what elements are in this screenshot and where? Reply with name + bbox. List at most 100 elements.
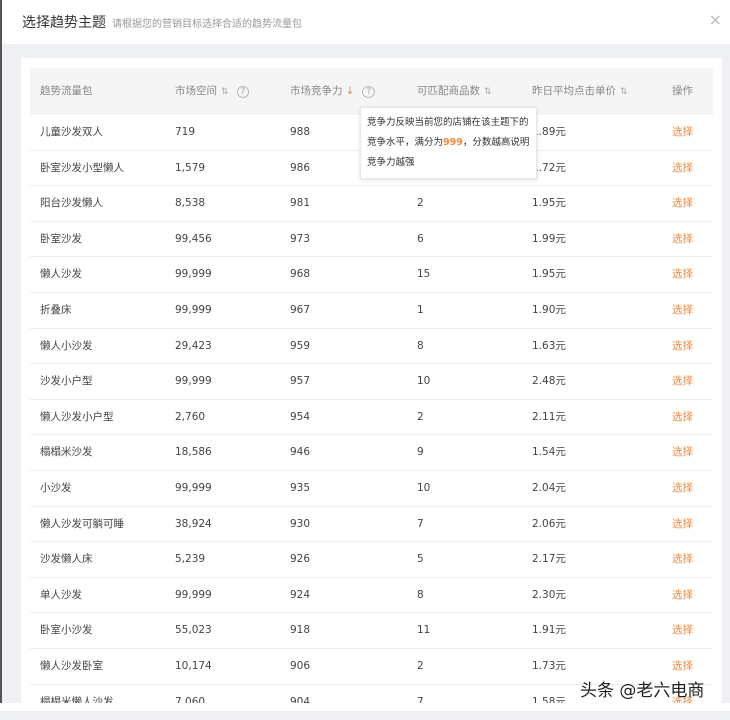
cell-competitiveness: 967 — [290, 293, 310, 328]
modal-footer — [0, 703, 730, 711]
cell-matchable: 10 — [417, 471, 430, 506]
cell-matchable: 8 — [417, 329, 424, 364]
cell-market-space: 18,586 — [175, 435, 212, 470]
cell-cpc: 1.58元 — [532, 685, 566, 720]
cell-name: 懒人沙发可躺可睡 — [40, 507, 124, 542]
cell-competitiveness: 926 — [290, 542, 310, 577]
cell-matchable: 6 — [417, 222, 424, 257]
select-button[interactable]: 选择 — [672, 471, 693, 506]
select-button[interactable]: 选择 — [672, 542, 693, 577]
select-button[interactable]: 选择 — [672, 329, 693, 364]
cell-cpc: 2.11元 — [532, 400, 566, 435]
cell-cpc: 1.95元 — [532, 186, 566, 221]
cell-cpc: 2.04元 — [532, 471, 566, 506]
select-button[interactable]: 选择 — [672, 507, 693, 542]
cell-matchable: 2 — [417, 186, 424, 221]
cell-cpc: 1.54元 — [532, 435, 566, 470]
sort-icon[interactable]: ⇅ — [620, 87, 628, 97]
cell-name: 阳台沙发懒人 — [40, 186, 103, 221]
watermark: 头条 @老六电商 — [580, 676, 704, 701]
cell-name: 卧室沙发 — [40, 222, 82, 257]
col-market-space[interactable]: 市场空间 ⇅? — [175, 68, 249, 116]
cell-competitiveness: 924 — [290, 578, 310, 613]
cell-competitiveness: 946 — [290, 435, 310, 470]
select-button[interactable]: 选择 — [672, 613, 693, 648]
sort-icon[interactable]: ⇅ — [484, 87, 492, 97]
select-button[interactable]: 选择 — [672, 293, 693, 328]
table-row: 卧室小沙发55,023918111.91元选择 — [30, 613, 713, 649]
cell-cpc: 2.17元 — [532, 542, 566, 577]
table-row: 单人沙发99,99992482.30元选择 — [30, 578, 713, 614]
tooltip-highlight: 999 — [443, 137, 463, 148]
table-row: 懒人沙发小户型 2,760 954 2 2.11元 选择 — [30, 400, 713, 436]
cell-matchable: 8 — [417, 578, 424, 613]
help-icon[interactable]: ? — [237, 86, 250, 98]
table-row: 懒人沙发99,999968151.95元选择 — [30, 257, 713, 293]
cell-name: 儿童沙发双人 — [40, 115, 103, 150]
table-row: 沙发小户型99,999957102.48元选择 — [30, 364, 713, 400]
cell-market-space: 7,060 — [175, 685, 205, 720]
col-label: 昨日平均点击单价 — [532, 85, 616, 97]
select-button[interactable]: 选择 — [672, 186, 693, 221]
cell-cpc: 1.95元 — [532, 257, 566, 292]
select-button[interactable]: 选择 — [672, 364, 693, 399]
col-name: 趋势流量包 — [40, 68, 93, 115]
cell-competitiveness: 904 — [290, 685, 310, 720]
select-button[interactable]: 选择 — [672, 435, 693, 470]
cell-name: 懒人沙发小户型 — [40, 400, 114, 435]
help-icon[interactable]: ? — [362, 86, 375, 98]
cell-cpc: 1.91元 — [532, 613, 566, 648]
cell-name: 沙发懒人床 — [40, 542, 93, 577]
table-row: 阳台沙发懒人8,53898121.95元选择 — [30, 186, 713, 222]
col-label: 市场空间 — [175, 85, 217, 97]
cell-matchable: 9 — [417, 435, 424, 470]
cell-cpc: 1.63元 — [532, 329, 566, 364]
cell-cpc: 2.48元 — [532, 364, 566, 399]
cell-market-space: 5,239 — [175, 542, 205, 577]
sort-icon[interactable]: ⇅ — [221, 87, 229, 97]
cell-market-space: 99,456 — [175, 222, 212, 257]
cell-competitiveness: 954 — [290, 400, 310, 435]
select-button[interactable]: 选择 — [672, 400, 693, 435]
select-button[interactable]: 选择 — [672, 115, 693, 150]
cell-name: 卧室小沙发 — [40, 613, 93, 648]
cell-matchable: 2 — [417, 400, 424, 435]
cell-matchable: 7 — [417, 507, 424, 542]
cell-matchable: 2 — [417, 649, 424, 684]
cell-cpc: 1.73元 — [532, 649, 566, 684]
cell-market-space: 10,174 — [175, 649, 212, 684]
cell-market-space: 38,924 — [175, 507, 212, 542]
cell-cpc: 1.99元 — [532, 222, 566, 257]
table-row: 榻榻米沙发18,58694691.54元选择 — [30, 435, 713, 471]
modal-title: 选择趋势主题 — [22, 12, 106, 32]
cell-market-space: 1,579 — [175, 151, 205, 186]
cell-competitiveness: 957 — [290, 364, 310, 399]
cell-matchable: 7 — [417, 685, 424, 720]
cell-name: 沙发小户型 — [40, 364, 93, 399]
cell-competitiveness: 930 — [290, 507, 310, 542]
cell-matchable: 10 — [417, 364, 430, 399]
cell-name: 懒人沙发 — [40, 257, 82, 292]
cell-market-space: 8,538 — [175, 186, 205, 221]
cell-market-space: 99,999 — [175, 471, 212, 506]
cell-market-space: 2,760 — [175, 400, 205, 435]
table-row: 卧室沙发 99,456 973 6 1.99元 选择 — [30, 222, 713, 258]
cell-competitiveness: 906 — [290, 649, 310, 684]
cell-matchable: 1 — [417, 293, 424, 328]
select-button[interactable]: 选择 — [672, 151, 693, 186]
select-button[interactable]: 选择 — [672, 222, 693, 257]
cell-competitiveness: 918 — [290, 613, 310, 648]
cell-cpc: 2.06元 — [532, 507, 566, 542]
cell-matchable: 11 — [417, 613, 430, 648]
select-button[interactable]: 选择 — [672, 578, 693, 613]
cell-name: 单人沙发 — [40, 578, 82, 613]
close-icon[interactable]: × — [709, 10, 722, 29]
col-label: 可匹配商品数 — [417, 85, 480, 97]
modal-subtitle: 请根据您的营销目标选择合适的趋势流量包 — [112, 15, 302, 30]
sort-desc-icon[interactable]: ↓ — [346, 85, 355, 97]
cell-name: 懒人沙发卧室 — [40, 649, 103, 684]
col-cpc[interactable]: 昨日平均点击单价 ⇅ — [532, 68, 628, 116]
table-row: 懒人沙发可躺可睡 38,924 930 7 2.06元 选择 — [30, 507, 713, 543]
cell-competitiveness: 973 — [290, 222, 310, 257]
select-button[interactable]: 选择 — [672, 257, 693, 292]
